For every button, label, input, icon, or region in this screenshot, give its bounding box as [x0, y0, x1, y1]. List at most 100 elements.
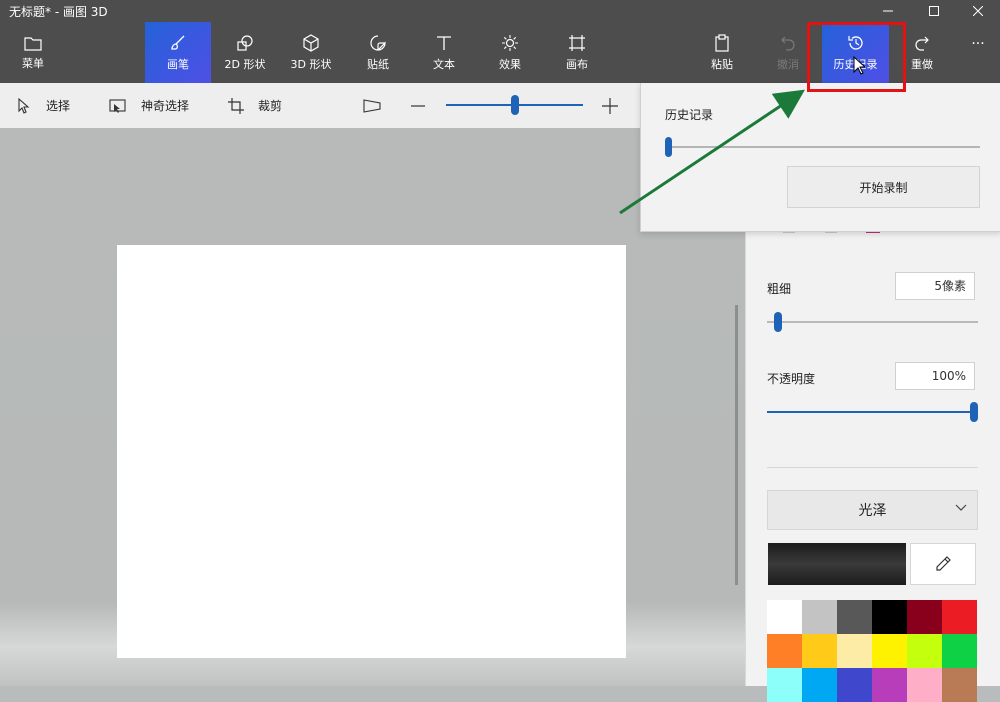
maximize-icon [929, 6, 939, 16]
clipboard-icon [715, 33, 729, 52]
finish-dropdown-label: 光泽 [858, 503, 887, 519]
more-label: ··· [971, 36, 985, 52]
palette-swatch[interactable] [872, 600, 907, 634]
maximize-button[interactable] [912, 0, 956, 22]
thickness-slider-thumb[interactable] [774, 312, 782, 332]
finish-dropdown[interactable]: 光泽 [767, 490, 978, 530]
thickness-slider-track[interactable] [767, 321, 978, 323]
cube-icon [303, 33, 319, 52]
menu-button[interactable]: 菜单 [8, 22, 58, 83]
palette-swatch[interactable] [837, 634, 872, 668]
crop-label: 裁剪 [258, 99, 283, 113]
vertical-scrollbar[interactable] [735, 305, 738, 585]
text-icon [437, 35, 451, 50]
eyedropper-button[interactable] [910, 543, 976, 585]
paste-label: 粘贴 [711, 57, 733, 71]
opacity-slider-thumb[interactable] [970, 402, 978, 422]
thickness-label: 粗细 [767, 282, 792, 296]
history-panel-title: 历史记录 [665, 108, 714, 122]
thickness-input[interactable]: 5像素 [895, 272, 975, 300]
close-button[interactable] [956, 0, 1000, 22]
palette-swatch[interactable] [942, 600, 977, 634]
eyedropper-icon [936, 556, 951, 571]
sun-icon [502, 34, 518, 51]
opacity-label: 不透明度 [767, 372, 816, 386]
minimize-button[interactable] [866, 0, 910, 22]
shapes2d-label: 2D 形状 [224, 57, 266, 71]
undo-icon [781, 36, 795, 51]
brush-label: 画笔 [167, 57, 189, 71]
palette-swatch[interactable] [872, 634, 907, 668]
palette-swatch[interactable] [837, 668, 872, 702]
zoom-out-button[interactable] [410, 83, 440, 128]
palette-swatch[interactable] [942, 668, 977, 702]
zoom-slider[interactable] [446, 95, 583, 115]
zoom-slider-thumb[interactable] [510, 95, 519, 115]
minus-icon [411, 104, 425, 107]
close-icon [973, 6, 983, 16]
palette-swatch[interactable] [837, 600, 872, 634]
effects-label: 效果 [499, 57, 521, 71]
palette-swatch[interactable] [872, 668, 907, 702]
palette-swatch[interactable] [907, 634, 942, 668]
drawing-canvas[interactable] [117, 245, 626, 658]
shapes3d-label: 3D 形状 [290, 57, 332, 71]
perspective-icon [363, 98, 381, 113]
redo-label: 重做 [911, 57, 933, 71]
tab-brush[interactable]: 画笔 [145, 22, 211, 83]
palette-swatch[interactable] [767, 634, 802, 668]
stickers-label: 贴纸 [367, 57, 389, 71]
text-label: 文本 [433, 57, 455, 71]
sub-toolbar: 选择 神奇选择 裁剪 [0, 83, 640, 128]
tab-stickers[interactable]: 贴纸 [353, 22, 403, 83]
palette-swatch[interactable] [907, 668, 942, 702]
folder-icon [24, 36, 42, 51]
view-toggle-button[interactable] [363, 83, 395, 128]
tab-2d-shapes[interactable]: 2D 形状 [220, 22, 270, 83]
paste-button[interactable]: 粘贴 [697, 22, 747, 83]
history-slider-thumb[interactable] [665, 137, 672, 157]
crop-tool[interactable]: 裁剪 [228, 83, 282, 128]
palette-swatch[interactable] [767, 600, 802, 634]
crop-icon [228, 97, 244, 114]
shapes-2d-icon [237, 34, 253, 51]
start-recording-label: 开始录制 [859, 180, 908, 195]
magic-select-icon [109, 98, 126, 113]
start-recording-button[interactable]: 开始录制 [787, 166, 980, 208]
cursor-icon [18, 97, 30, 114]
opacity-input[interactable]: 100% [895, 362, 975, 390]
current-color-swatch[interactable] [768, 543, 906, 585]
brush-icon [171, 35, 185, 50]
palette-swatch[interactable] [767, 668, 802, 702]
tab-text[interactable]: 文本 [419, 22, 469, 83]
undo-button[interactable]: 撤消 [763, 22, 813, 83]
undo-label: 撤消 [777, 57, 799, 71]
plus-icon [602, 97, 618, 114]
palette-swatch[interactable] [802, 668, 837, 702]
minimize-icon [883, 10, 893, 12]
panel-divider [767, 467, 978, 468]
tab-effects[interactable]: 效果 [485, 22, 535, 83]
tab-canvas[interactable]: 画布 [552, 22, 602, 83]
menu-label: 菜单 [22, 56, 44, 70]
palette-swatch[interactable] [802, 600, 837, 634]
more-button[interactable]: ··· [960, 22, 996, 83]
redo-icon [915, 36, 929, 51]
palette-swatch[interactable] [802, 634, 837, 668]
canvas-icon [569, 34, 585, 51]
palette-swatch[interactable] [942, 634, 977, 668]
opacity-slider-track[interactable] [767, 411, 975, 413]
history-slider-track[interactable] [665, 146, 980, 148]
palette-swatch[interactable] [907, 600, 942, 634]
window-title: 无标题* - 画图 3D [9, 5, 108, 19]
sticker-icon [370, 34, 386, 51]
zoom-in-button[interactable] [601, 83, 633, 128]
select-tool[interactable]: 选择 [16, 83, 70, 128]
tab-3d-shapes[interactable]: 3D 形状 [286, 22, 336, 83]
chevron-down-icon [955, 504, 967, 511]
title-bar: 无标题* - 画图 3D [0, 0, 1000, 22]
highlight-box [807, 22, 906, 92]
magic-select-tool[interactable]: 神奇选择 [109, 83, 189, 128]
magic-select-label: 神奇选择 [141, 99, 190, 113]
canvas-label: 画布 [566, 57, 588, 71]
